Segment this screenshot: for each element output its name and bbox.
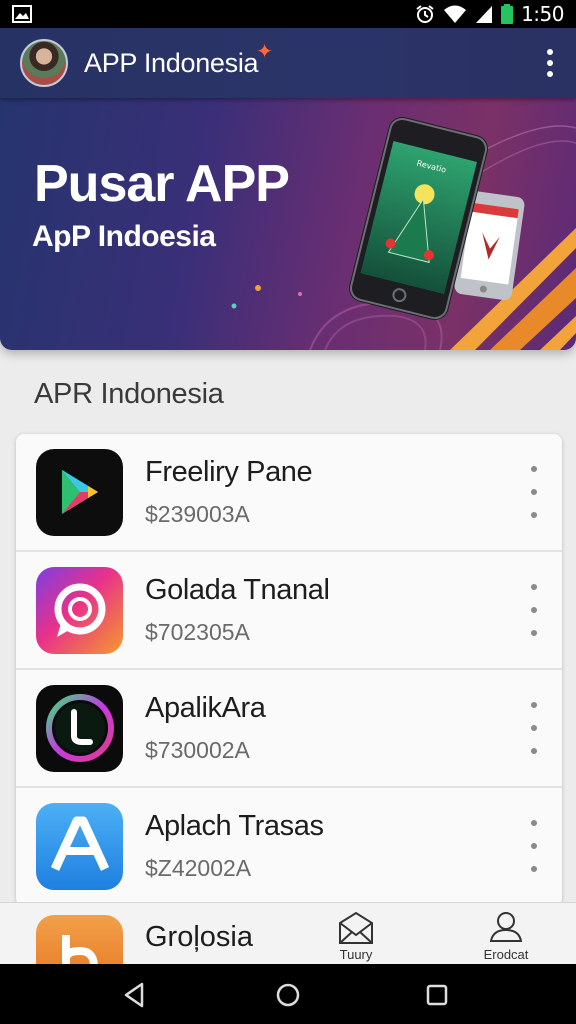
envelope-icon	[339, 911, 373, 944]
app-name: ApalikAra	[145, 692, 266, 724]
status-bar: 1:50	[0, 0, 576, 28]
list-item[interactable]: Aplach Trasas $Z42002A	[16, 788, 562, 906]
app-price: $239003A	[145, 501, 250, 527]
tab-label: Erodcat	[483, 947, 529, 962]
app-bar: APP Indonesia ✦	[0, 28, 576, 98]
list-item[interactable]: Freeliry Pane $239003A	[16, 434, 562, 552]
app-name: Aplach Trasas	[145, 810, 324, 842]
dot	[547, 71, 553, 77]
letter-b-icon	[36, 915, 123, 964]
app-price: $730002A	[145, 737, 250, 763]
tab-label: Tuury	[339, 947, 373, 962]
tab-erodcat[interactable]: Erodcat	[466, 911, 546, 962]
recents-icon[interactable]	[422, 980, 452, 1010]
hero-banner[interactable]: Revatio Pusar APP ApP Indoesia	[0, 98, 576, 350]
app-name: Golada Tnanal	[145, 574, 330, 606]
bottom-tab-bar: Groļosia Tuury Erodcat	[0, 902, 576, 964]
chat-ring-icon	[36, 566, 123, 654]
system-nav-bar	[0, 964, 576, 1024]
app-price: $702305A	[145, 619, 250, 645]
signal-icon	[476, 6, 493, 23]
list-item-partial[interactable]: Groļosia	[36, 915, 253, 964]
list-item[interactable]: ApalikAra $730002A	[16, 670, 562, 788]
play-store-icon	[36, 448, 123, 536]
more-vert-icon[interactable]	[528, 818, 540, 874]
back-icon[interactable]	[120, 980, 150, 1010]
dot	[547, 60, 553, 66]
alarm-icon	[416, 5, 434, 23]
sparkle-icon: ✦	[256, 40, 274, 63]
app-price: $Z42002A	[145, 855, 252, 881]
more-vert-icon[interactable]	[528, 700, 540, 756]
avatar[interactable]	[20, 39, 68, 87]
status-time: 1:50	[521, 2, 564, 26]
person-icon	[489, 912, 523, 942]
image-icon	[12, 5, 32, 23]
app-name: Groļosia	[145, 921, 253, 953]
more-vert-icon[interactable]	[528, 464, 540, 520]
ring-l-icon	[36, 684, 123, 772]
letter-a-icon	[36, 802, 123, 890]
app-name: Freeliry Pane	[145, 456, 313, 488]
wifi-icon	[444, 5, 467, 23]
list-item[interactable]: Golada Tnanal $702305A	[16, 552, 562, 670]
hero-subtitle: ApP Indoesia	[32, 220, 216, 253]
home-icon[interactable]	[273, 980, 303, 1010]
dot	[547, 49, 553, 55]
battery-icon	[501, 4, 514, 24]
section-title: APR Indonesia	[34, 378, 224, 410]
tab-tuury[interactable]: Tuury	[316, 911, 396, 962]
more-vert-icon[interactable]	[528, 582, 540, 638]
overflow-menu-button[interactable]	[538, 43, 562, 83]
app-title: APP Indonesia	[84, 47, 259, 78]
app-list: Freeliry Pane $239003A Golada Tnanal $70…	[16, 434, 562, 906]
hero-title: Pusar APP	[34, 155, 290, 213]
